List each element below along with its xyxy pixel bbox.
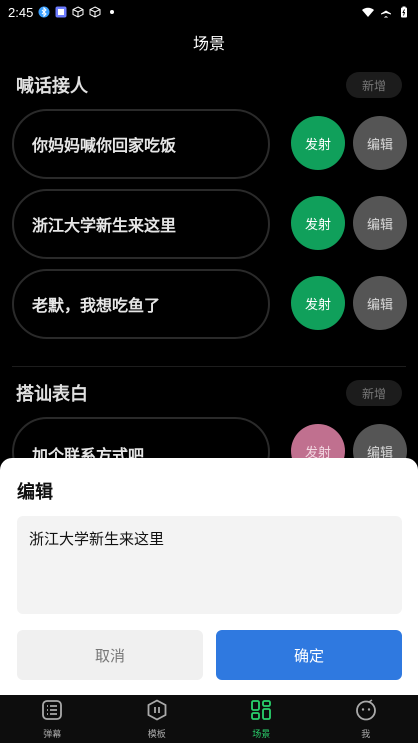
tab-scene[interactable]: 场景	[209, 695, 314, 743]
airplane-icon	[380, 6, 392, 18]
fire-button[interactable]: 发射	[291, 116, 345, 170]
wifi-icon	[362, 6, 374, 18]
tab-label: 场景	[252, 730, 271, 740]
tab-label: 模板	[147, 730, 166, 740]
add-button[interactable]: 新增	[346, 380, 402, 406]
bluetooth-icon	[38, 6, 50, 18]
edit-button[interactable]: 编辑	[353, 276, 407, 330]
tab-label: 我	[361, 730, 371, 740]
confirm-button[interactable]: 确定	[216, 630, 402, 680]
template-icon	[145, 698, 169, 725]
tab-template[interactable]: 模板	[105, 695, 210, 743]
status-bar: 2:45	[0, 0, 418, 24]
section-title: 喊话接人	[16, 76, 88, 97]
section-header: 搭讪表白 新增	[16, 379, 402, 407]
edit-dialog: 编辑 浙江大学新生来这里 取消 确定	[0, 458, 418, 695]
dot-icon	[106, 6, 118, 18]
page-title: 场景	[192, 34, 225, 53]
scene-text-pill[interactable]: 老默，我想吃鱼了	[12, 269, 270, 339]
tab-danmaku[interactable]: 弹幕	[0, 695, 105, 743]
edit-textarea[interactable]: 浙江大学新生来这里	[17, 516, 402, 614]
profile-icon	[354, 698, 378, 725]
battery-icon	[398, 6, 410, 18]
grid-icon	[249, 698, 273, 725]
tab-me[interactable]: 我	[314, 695, 418, 743]
fire-button[interactable]: 发射	[291, 196, 345, 250]
app-notification-icon	[55, 6, 67, 18]
section-divider	[12, 366, 406, 367]
scene-row: 你妈妈喊你回家吃饭 发射 编辑	[12, 109, 408, 181]
cancel-button[interactable]: 取消	[17, 630, 203, 680]
edit-button[interactable]: 编辑	[353, 196, 407, 250]
scene-row: 浙江大学新生来这里 发射 编辑	[12, 189, 408, 261]
scene-row: 老默，我想吃鱼了 发射 编辑	[12, 269, 408, 341]
dialog-title: 编辑	[17, 482, 53, 503]
section-title: 搭讪表白	[16, 384, 88, 405]
list-icon	[40, 698, 64, 725]
status-time: 2:45	[8, 4, 34, 20]
edit-button[interactable]: 编辑	[353, 116, 407, 170]
cube-icon	[72, 6, 84, 18]
cube-icon	[89, 6, 101, 18]
section-header: 喊话接人 新增	[16, 71, 402, 99]
tab-label: 弹幕	[43, 730, 62, 740]
scene-text-pill[interactable]: 浙江大学新生来这里	[12, 189, 270, 259]
fire-button[interactable]: 发射	[291, 276, 345, 330]
bottom-tab-bar: 弹幕 模板 场景 我	[0, 695, 418, 743]
add-button[interactable]: 新增	[346, 72, 402, 98]
scene-text-pill[interactable]: 你妈妈喊你回家吃饭	[12, 109, 270, 179]
